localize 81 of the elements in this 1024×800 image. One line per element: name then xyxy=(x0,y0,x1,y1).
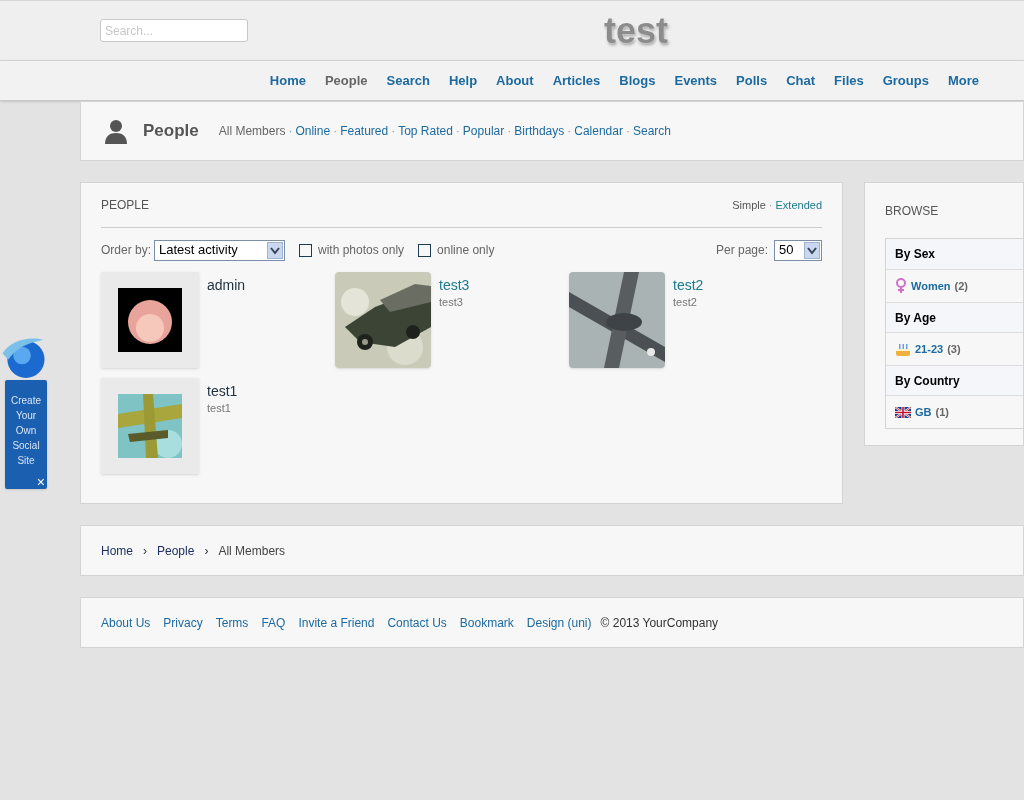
browse-link[interactable]: Women xyxy=(911,277,951,295)
browse-link[interactable]: 21-23 xyxy=(915,340,944,358)
nav-link[interactable]: Chat xyxy=(786,70,816,91)
nav-link[interactable]: Home xyxy=(269,70,306,91)
section-tab[interactable]: Popular xyxy=(462,122,505,140)
view-link[interactable]: Simple xyxy=(732,196,766,214)
footer-link[interactable]: Bookmark xyxy=(459,613,514,632)
promo-widget[interactable]: Create Your Own Social Site × xyxy=(5,380,47,489)
checkbox[interactable] xyxy=(418,243,432,257)
per-page-select[interactable]: 50 xyxy=(774,239,822,261)
separator-dot: · xyxy=(566,123,573,140)
order-select[interactable]: Latest activity xyxy=(154,239,285,261)
member-username: test1 xyxy=(207,401,232,416)
member-username: test3 xyxy=(439,295,464,310)
section-tab[interactable]: Birthdays xyxy=(514,122,565,140)
breadcrumb-link[interactable]: Home xyxy=(101,541,133,560)
cake-icon xyxy=(895,341,911,357)
separator-dot: · xyxy=(332,123,339,140)
member-name[interactable]: admin xyxy=(207,276,246,294)
section-tab[interactable]: Search xyxy=(632,122,671,140)
flag-icon xyxy=(895,406,911,418)
nav-link[interactable]: People xyxy=(324,70,368,91)
nav-link[interactable]: Groups xyxy=(882,70,929,91)
avatar-frame[interactable] xyxy=(101,272,199,368)
nav-link[interactable]: Blogs xyxy=(619,70,656,91)
breadcrumb-separator: › xyxy=(203,542,210,560)
separator-dot: · xyxy=(390,123,397,140)
female-icon xyxy=(895,278,907,294)
avatar-icon xyxy=(118,288,182,352)
separator-dot: · xyxy=(287,123,294,140)
browse-count: (1) xyxy=(935,404,949,420)
footer-link[interactable]: Terms xyxy=(215,613,249,632)
checkbox-label: online only xyxy=(437,242,495,259)
breadcrumb-link[interactable]: People xyxy=(157,541,195,560)
browse-link[interactable]: GB xyxy=(915,403,932,421)
order-label: Order by: xyxy=(101,242,151,259)
close-button[interactable]: × xyxy=(36,475,45,489)
browse-count: (2) xyxy=(954,278,968,294)
footer-link[interactable]: About Us xyxy=(101,613,151,632)
nav-link[interactable]: Events xyxy=(674,70,718,91)
globe-icon xyxy=(0,336,48,379)
current-page-label: All Members xyxy=(218,542,286,560)
section-tab[interactable]: Featured xyxy=(340,122,389,140)
nav-link[interactable]: About xyxy=(496,70,534,91)
view-link[interactable]: Extended xyxy=(775,196,822,214)
nav-link[interactable]: Articles xyxy=(552,70,601,91)
nav-link[interactable]: Search xyxy=(386,70,430,91)
nav-link[interactable]: Files xyxy=(834,70,864,91)
member-name[interactable]: test3 xyxy=(439,276,470,294)
separator-dot: · xyxy=(767,197,774,213)
separator-dot: · xyxy=(506,123,513,140)
member-name[interactable]: test2 xyxy=(673,276,704,294)
panel-title: PEOPLE xyxy=(101,197,150,214)
footer-link[interactable]: Privacy xyxy=(163,613,203,632)
separator-dot: · xyxy=(454,123,461,140)
checkbox[interactable] xyxy=(299,243,312,257)
footer-link[interactable]: Design (uni) xyxy=(526,613,592,632)
promo-text: Create Your Own Social Site xyxy=(10,394,42,468)
nav-link[interactable]: Help xyxy=(448,70,478,91)
section-tab[interactable]: Calendar xyxy=(574,122,623,140)
nav-link[interactable]: Polls xyxy=(736,70,768,91)
per-page-label: Per page: xyxy=(715,242,768,259)
section-title: People xyxy=(143,120,199,143)
footer-link[interactable]: Invite a Friend xyxy=(298,613,375,632)
copyright: © 2013 YourCompany xyxy=(600,614,719,632)
browse-title: BROWSE xyxy=(885,202,940,220)
footer-link[interactable]: Contact Us xyxy=(387,613,447,632)
browse-count: (3) xyxy=(947,341,961,357)
nav-link[interactable]: More xyxy=(947,70,979,91)
person-icon xyxy=(103,118,129,144)
member-username: test2 xyxy=(673,295,698,310)
section-tab[interactable]: All Members xyxy=(218,122,286,140)
member-name[interactable]: test1 xyxy=(207,382,238,400)
footer-link[interactable]: FAQ xyxy=(261,613,286,632)
site-title[interactable]: test xyxy=(604,3,669,58)
separator-dot: · xyxy=(624,123,631,140)
checkbox-label: with photos only xyxy=(318,242,405,259)
section-tab[interactable]: Online xyxy=(295,122,331,140)
breadcrumb-separator: › xyxy=(142,542,148,560)
section-tab[interactable]: Top Rated xyxy=(398,122,453,140)
photo-frame[interactable] xyxy=(101,378,199,474)
